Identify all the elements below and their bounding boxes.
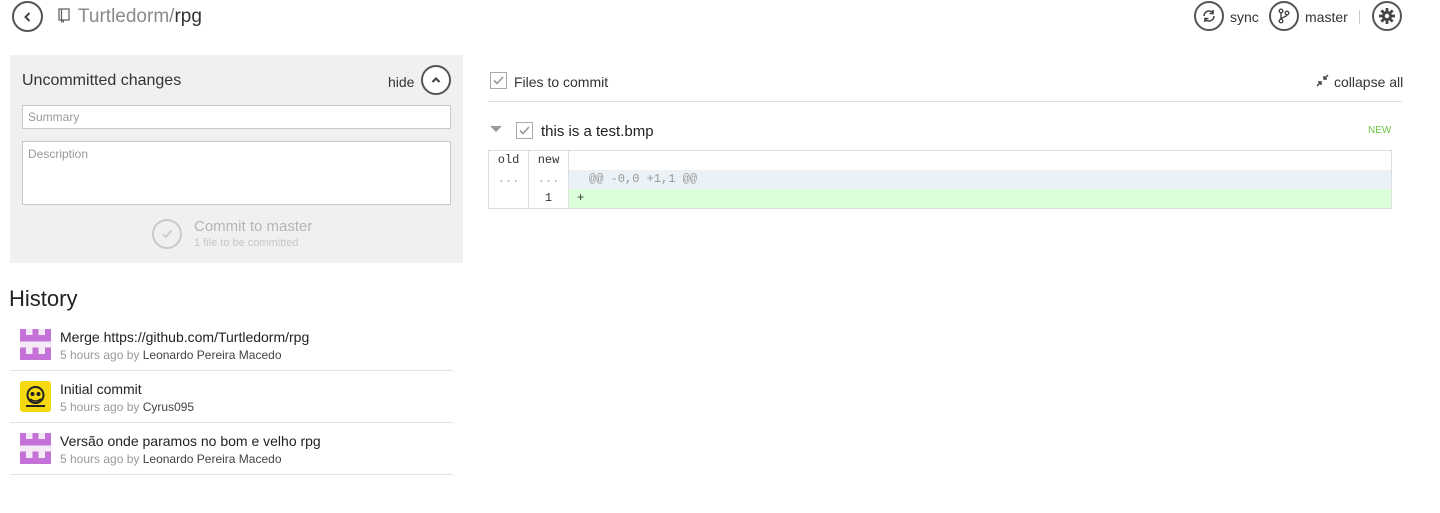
diff-hunk-row: ... ... @@ -0,0 +1,1 @@ [489, 170, 1391, 189]
diff-added-line: 1 + [489, 189, 1391, 208]
commit-author: Leonardo Pereira Macedo [142, 452, 282, 466]
new-file-badge: NEW [1368, 125, 1392, 136]
diff-view: old new ... ... @@ -0,0 +1,1 @@ 1 + [488, 150, 1392, 209]
history-item[interactable]: Initial commit 5 hours ago by Cyrus095 [10, 371, 453, 423]
caret-down-icon[interactable] [490, 126, 502, 132]
commit-button[interactable]: Commit to master 1 file to be committed [151, 218, 351, 250]
chevron-left-icon [23, 11, 30, 22]
identicon-avatar [20, 433, 51, 464]
hide-label[interactable]: hide [388, 74, 414, 90]
branch-icon [1278, 8, 1290, 24]
commit-time: 5 hours ago by [60, 348, 143, 362]
commit-meta: 5 hours ago by Leonardo Pereira Macedo [60, 452, 282, 466]
branch-button[interactable] [1269, 1, 1299, 31]
checkmark-icon [519, 126, 530, 135]
files-divider [488, 101, 1402, 102]
added-line-content: + [577, 191, 585, 205]
summary-input[interactable] [22, 105, 451, 129]
old-line-number: ... [489, 170, 529, 189]
commit-count: 1 file to be committed [194, 237, 299, 249]
hide-button[interactable] [421, 65, 451, 95]
new-line-number: ... [529, 170, 569, 189]
branch-label[interactable]: master [1305, 9, 1348, 25]
commit-time: 5 hours ago by [60, 400, 143, 414]
commit-author: Cyrus095 [142, 400, 195, 414]
old-column-header: old [489, 151, 529, 170]
files-to-commit-checkbox[interactable] [490, 72, 507, 89]
description-input[interactable] [22, 141, 451, 205]
commit-message: Initial commit [60, 381, 142, 397]
commit-time: 5 hours ago by [60, 452, 143, 466]
collapse-icon [1316, 74, 1329, 87]
collapse-all-button[interactable]: collapse all [1316, 73, 1404, 91]
file-name[interactable]: this is a test.bmp [541, 123, 654, 140]
repo-name: rpg [174, 6, 202, 27]
commit-message: Versão onde paramos no bom e velho rpg [60, 433, 321, 449]
checkmark-icon [152, 219, 182, 249]
diff-header-row: old new [489, 151, 1391, 170]
repo-icon [58, 8, 70, 23]
new-column-header: new [529, 151, 569, 170]
history-list: Merge https://github.com/Turtledorm/rpg … [10, 319, 453, 475]
commit-author: Leonardo Pereira Macedo [142, 348, 282, 362]
sync-icon [1203, 10, 1215, 22]
gear-icon [1379, 8, 1395, 24]
hunk-header: @@ -0,0 +1,1 @@ [589, 172, 698, 186]
repo-owner: Turtledorm/ [78, 6, 175, 27]
history-item[interactable]: Versão onde paramos no bom e velho rpg 5… [10, 423, 453, 475]
sync-label[interactable]: sync [1230, 9, 1259, 25]
history-item[interactable]: Merge https://github.com/Turtledorm/rpg … [10, 319, 453, 371]
checkmark-icon [493, 76, 504, 85]
identicon-avatar [20, 329, 51, 360]
commit-label: Commit to master [194, 218, 313, 235]
commit-meta: 5 hours ago by Cyrus095 [60, 400, 194, 414]
new-line-number: 1 [529, 189, 569, 208]
commit-message: Merge https://github.com/Turtledorm/rpg [60, 329, 310, 345]
file-checkbox[interactable] [516, 122, 533, 139]
collapse-all-label: collapse all [1334, 74, 1404, 90]
commit-meta: 5 hours ago by Leonardo Pereira Macedo [60, 348, 282, 362]
uncommitted-changes-panel: Uncommitted changes hide Commit to maste… [10, 55, 463, 263]
chevron-up-icon [431, 76, 441, 83]
settings-button[interactable] [1372, 1, 1402, 31]
back-button[interactable] [12, 1, 43, 32]
panel-title: Uncommitted changes [22, 72, 182, 89]
files-to-commit-label: Files to commit [514, 74, 609, 90]
sync-button[interactable] [1194, 1, 1224, 31]
history-title: History [9, 286, 78, 311]
repo-title[interactable]: Turtledorm/rpg [78, 6, 202, 28]
old-line-number [489, 189, 529, 208]
pirate-flag-avatar [20, 381, 51, 412]
toolbar-divider [1359, 10, 1360, 24]
